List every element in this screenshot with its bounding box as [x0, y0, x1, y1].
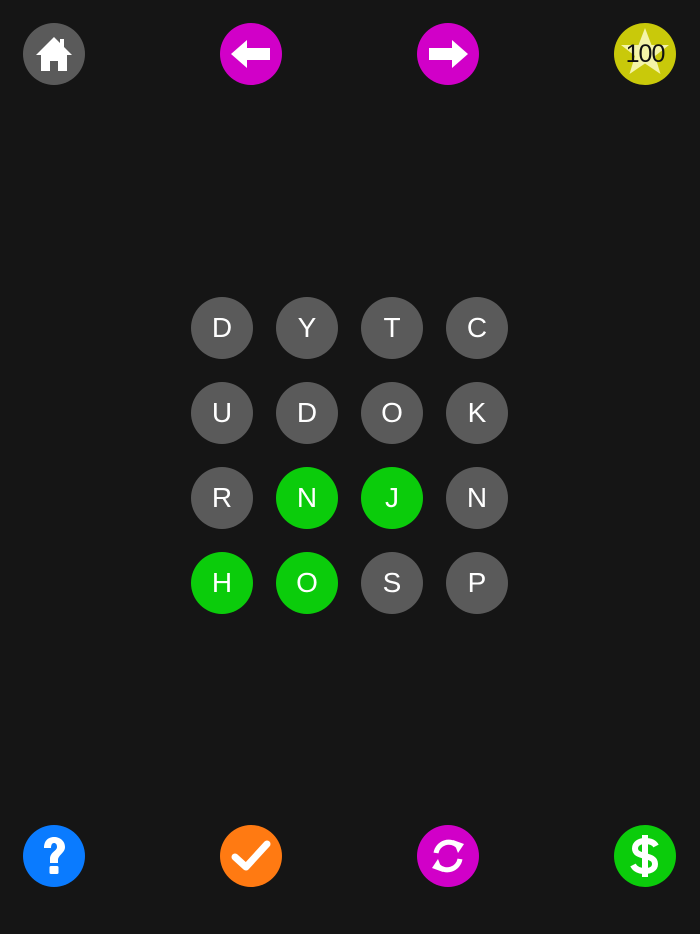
question-mark-icon: [39, 836, 69, 876]
letter-tile[interactable]: K: [446, 382, 508, 444]
home-button[interactable]: [23, 23, 85, 85]
letter-tile[interactable]: R: [191, 467, 253, 529]
letter-tile[interactable]: C: [446, 297, 508, 359]
letter-tile[interactable]: H: [191, 552, 253, 614]
letter-tile[interactable]: J: [361, 467, 423, 529]
letter-tile[interactable]: D: [191, 297, 253, 359]
next-level-button[interactable]: [417, 23, 479, 85]
letter-tile[interactable]: N: [446, 467, 508, 529]
previous-level-button[interactable]: [220, 23, 282, 85]
score-value: 100: [625, 40, 666, 68]
home-icon: [34, 34, 74, 74]
score-button[interactable]: 100: [614, 23, 676, 85]
refresh-icon: [428, 836, 468, 876]
arrow-left-icon: [230, 39, 272, 69]
submit-word-button[interactable]: [220, 825, 282, 887]
letter-grid: DYTCUDOKRNJNHOSP: [191, 297, 509, 615]
arrow-right-icon: [427, 39, 469, 69]
letter-tile[interactable]: N: [276, 467, 338, 529]
letter-tile[interactable]: P: [446, 552, 508, 614]
letter-tile[interactable]: Y: [276, 297, 338, 359]
store-button[interactable]: [614, 825, 676, 887]
letter-tile[interactable]: T: [361, 297, 423, 359]
letter-tile[interactable]: S: [361, 552, 423, 614]
letter-tile[interactable]: O: [361, 382, 423, 444]
checkmark-icon: [231, 839, 271, 873]
help-button[interactable]: [23, 825, 85, 887]
dollar-icon: [628, 834, 662, 878]
letter-tile[interactable]: O: [276, 552, 338, 614]
shuffle-button[interactable]: [417, 825, 479, 887]
letter-tile[interactable]: D: [276, 382, 338, 444]
letter-tile[interactable]: U: [191, 382, 253, 444]
